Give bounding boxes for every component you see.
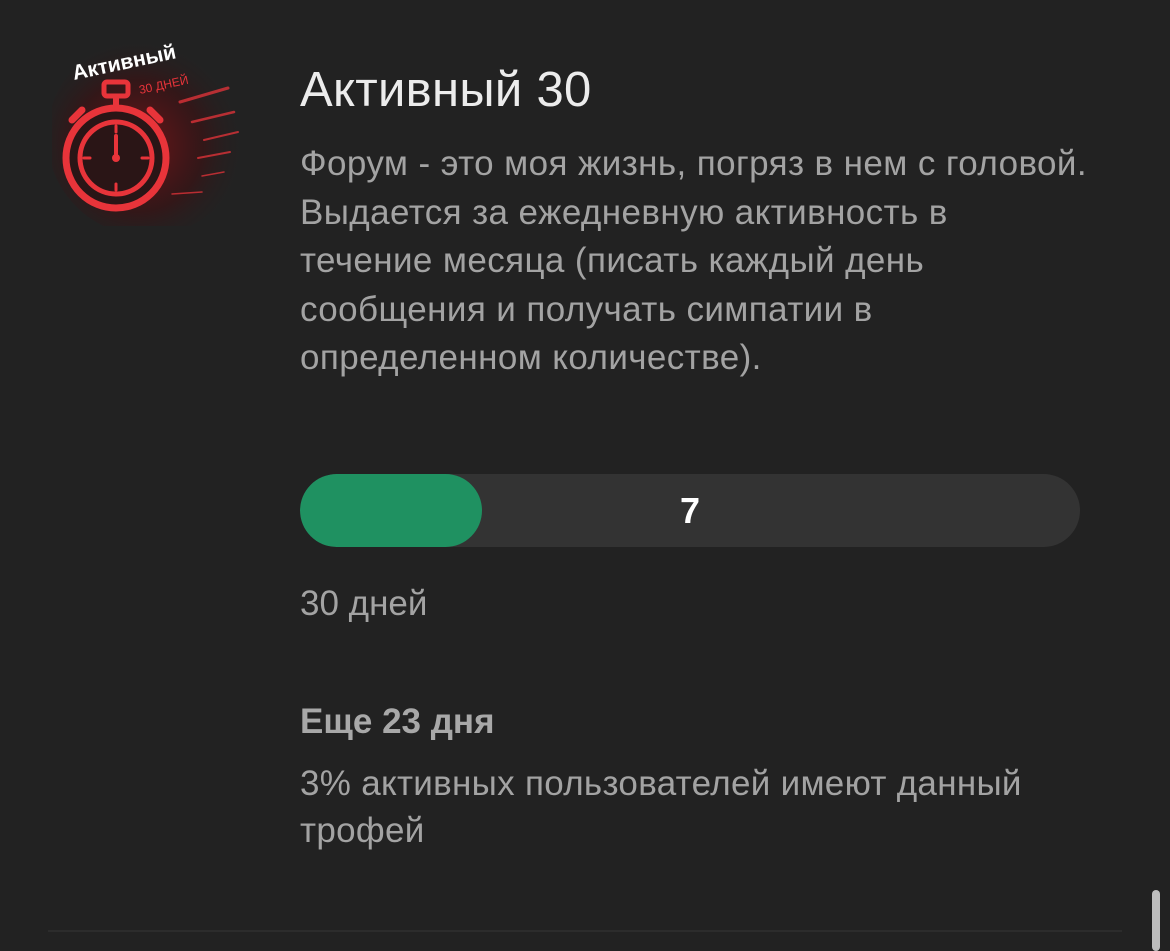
stopwatch-icon: Активный 30 ДНЕЙ: [47, 36, 247, 236]
progress-bar: 7: [300, 474, 1080, 547]
trophy-badge: Активный 30 ДНЕЙ: [47, 26, 252, 236]
progress-goal: 30 дней: [300, 584, 428, 623]
remaining-days: Еще 23 дня: [300, 702, 495, 741]
trophy-detail-page: Активный 30 ДНЕЙ Активный 30 Форум - это…: [0, 0, 1170, 951]
scrollbar[interactable]: [1152, 890, 1160, 951]
owners-stat: 3% активных пользователей имеют данный т…: [300, 764, 1022, 850]
trophy-info: Активный 30 Форум - это моя жизнь, погря…: [300, 58, 1090, 383]
trophy-title: Активный 30: [300, 63, 592, 117]
progress-value: 7: [679, 489, 701, 531]
divider: [48, 930, 1122, 932]
trophy-description: Форум - это моя жизнь, погряз в нем с го…: [300, 144, 1087, 377]
